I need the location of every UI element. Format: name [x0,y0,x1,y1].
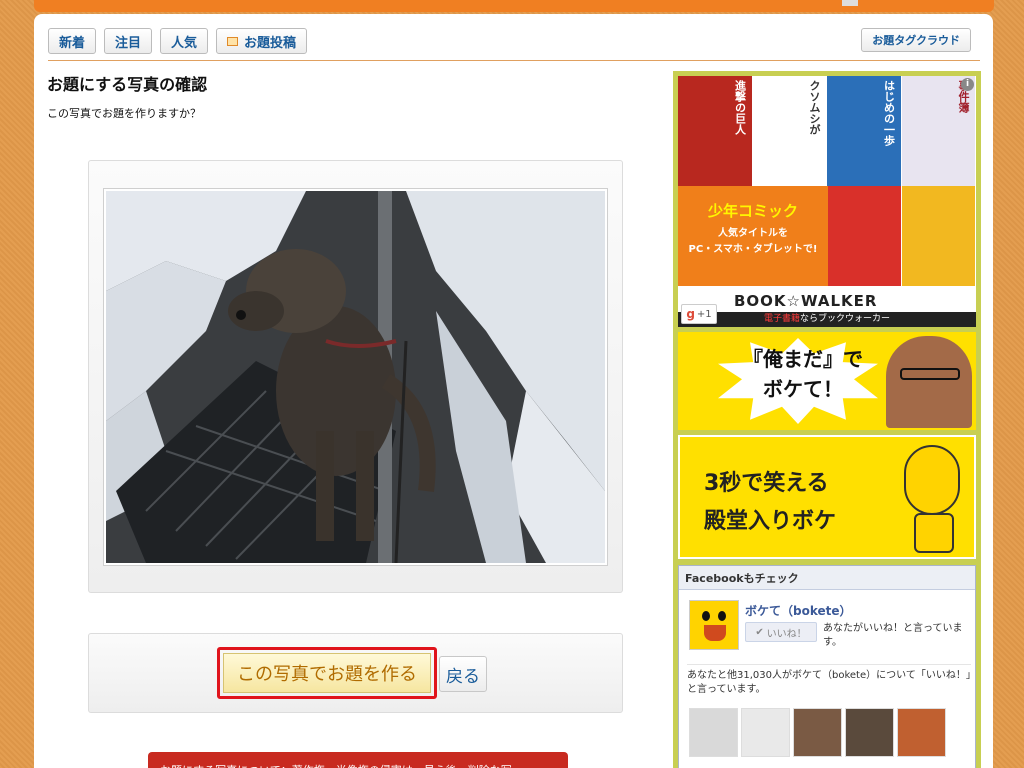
facebook-like-text: あなたがいいね！と言っています。 [823,623,963,648]
oremada-banner-text: 『俺まだ』で ボケて！ [743,347,863,401]
user-avatar[interactable] [842,0,858,6]
notice-banner: お題にする写真について：著作権・肖像権の侵害は、見え後、削除な写 [148,752,568,768]
facebook-like-count: あなたと他31,030人がボケて（bokete）について「いいね！」と言っていま… [687,664,971,697]
comic-ad-headline-panel: 少年コミック 人気タイトルを PC・スマホ・タブレットで! [678,186,828,286]
image-icon [227,36,239,46]
comic-cover-3: はじめの一歩 [827,76,902,186]
fan-avatar[interactable] [897,708,946,757]
comic-ad-line2: PC・スマホ・タブレットで! [688,244,818,255]
photo-preview-box [88,160,623,593]
mascot-icon [904,445,960,515]
sidebar: 進撃の巨人 クソムシが はじめの一歩 事件簿 少年コミック 人気タイトルを PC… [673,71,981,768]
top-nav-bar [34,0,994,12]
dog-in-snow-photo [106,191,605,563]
comic-cover-1: 進撃の巨人 [678,76,753,186]
glasses-illustration [900,368,960,380]
comic-cover-6 [902,186,976,286]
header-divider [48,60,980,61]
bokete-logo-icon[interactable] [689,600,739,650]
google-plus-icon: g [686,307,695,321]
topic-photo [106,191,605,563]
make-topic-highlight: この写真でお題を作る [217,647,437,699]
make-topic-button[interactable]: この写真でお題を作る [223,653,431,693]
facebook-like-button[interactable]: ✔ いいね！ [745,622,817,642]
facebook-page-name[interactable]: ボケて（bokete） [745,602,852,619]
comic-cover-4: 事件簿 [901,76,976,186]
tab-bar: 新着 注目 人気 お題投稿 [48,28,308,54]
fan-avatar[interactable] [741,708,790,757]
tab-post-topic[interactable]: お題投稿 [216,28,308,54]
mascot-body [914,513,954,553]
bookwalker-strip: 電子書籍ならブックウォーカー [678,312,976,327]
hall-of-fame-banner[interactable]: 3秒で笑える 殿堂入りボケ [678,435,976,559]
main-panel: 新着 注目 人気 お題投稿 お題タグクラウド お題にする写真の確認 この写真でお… [34,14,993,768]
oremada-banner[interactable]: 『俺まだ』で ボケて！ [678,332,976,430]
fan-avatar[interactable] [793,708,842,757]
comic-ad-line1: 人気タイトルを [718,228,788,239]
comic-cover-2: クソムシが [752,76,827,186]
comic-covers-row: 進撃の巨人 クソムシが はじめの一歩 事件簿 [678,76,976,186]
photo-frame [103,188,608,566]
comic-ad-headline: 少年コミック [707,202,798,220]
tab-popular[interactable]: 人気 [160,28,209,54]
comic-covers-row-2 [828,186,976,286]
page-subtitle: この写真でお題を作りますか？ [47,107,201,120]
facebook-widget: Facebookもチェック ボケて（bokete） ✔ いいね！ あなたがいいね… [678,565,976,768]
comic-cover-5 [828,186,902,286]
bookwalker-logo: BOOK☆WALKER [734,292,878,310]
comic-ad[interactable]: 進撃の巨人 クソムシが はじめの一歩 事件簿 少年コミック 人気タイトルを PC… [678,76,976,327]
hall-of-fame-text1: 3秒で笑える [704,471,829,496]
tag-cloud-button[interactable]: お題タグクラウド [861,28,971,52]
fan-avatar[interactable] [689,708,738,757]
fan-avatar[interactable] [845,708,894,757]
check-icon: ✔ [755,626,767,638]
facebook-faces [689,708,979,757]
tab-new[interactable]: 新着 [48,28,97,54]
google-plus-button[interactable]: g +1 [681,304,717,324]
tab-featured[interactable]: 注目 [104,28,153,54]
action-box: この写真でお題を作る 戻る [88,633,623,713]
page-title: お題にする写真の確認 [47,75,208,94]
facebook-widget-header: Facebookもチェック [679,566,975,590]
ad-info-icon[interactable]: i [961,78,974,91]
back-button[interactable]: 戻る [439,656,487,692]
hall-of-fame-text2: 殿堂入りボケ [704,509,837,534]
man-face-illustration [886,336,972,428]
